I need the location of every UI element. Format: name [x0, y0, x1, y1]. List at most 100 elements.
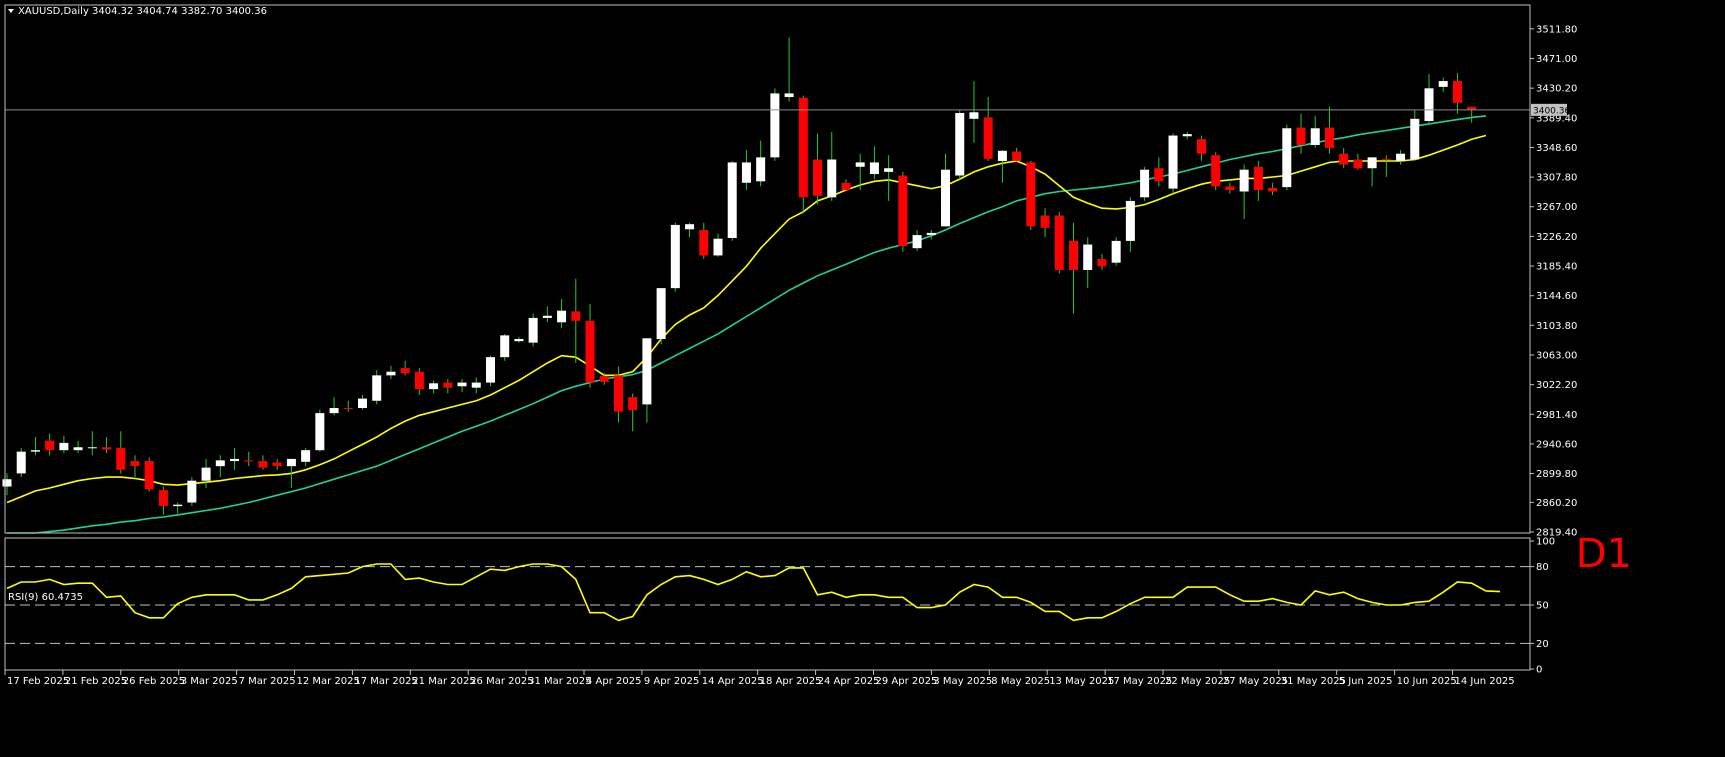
candle — [1182, 131, 1192, 140]
candle — [59, 435, 69, 454]
chart-header: XAUUSD,Daily 3404.32 3404.74 3382.70 340… — [8, 6, 267, 17]
candle — [116, 431, 126, 474]
candle — [656, 288, 666, 345]
candle-body-bull — [386, 371, 396, 376]
candle-body-bull — [756, 157, 766, 182]
candle — [542, 306, 552, 323]
candle — [315, 409, 325, 452]
candle-body-bull — [727, 162, 737, 238]
candle-body-bear — [1339, 153, 1349, 165]
time-tick-label: 3 May 2025 — [933, 676, 992, 687]
candle — [514, 336, 524, 343]
candle — [500, 333, 510, 361]
candle — [884, 155, 894, 201]
candle — [1253, 160, 1263, 201]
candle — [1452, 73, 1462, 114]
candle-body-bull — [301, 450, 311, 462]
candle — [1040, 208, 1050, 238]
candle — [941, 153, 951, 227]
candle-body-bear — [699, 230, 709, 256]
candle — [1268, 182, 1278, 196]
candle-body-bull — [941, 169, 951, 227]
price-tick-label: 2899.80 — [1536, 469, 1577, 480]
candle — [1168, 133, 1178, 194]
price-tick-label: 3267.00 — [1536, 202, 1577, 213]
candle-body-bear — [244, 460, 254, 462]
candle-body-bull — [457, 382, 467, 387]
candle-body-bull — [1182, 134, 1192, 137]
candle-body-bull — [16, 451, 26, 474]
candle-body-bull — [2, 479, 12, 487]
candle-body-bull — [173, 504, 183, 507]
candle — [1410, 110, 1420, 161]
chart-window[interactable]: 3511.803471.003430.203389.403348.603307.… — [0, 0, 1725, 757]
candle — [201, 458, 211, 488]
candle-body-bull — [884, 168, 894, 172]
candle-body-bull — [912, 235, 922, 249]
candle — [144, 457, 154, 492]
candle-body-bull — [1140, 169, 1150, 198]
candle — [258, 455, 268, 470]
candle-body-bull — [1083, 244, 1093, 270]
price-pane-border — [4, 4, 1531, 534]
candle-body-bull — [329, 408, 339, 414]
candle-body-bear — [841, 182, 851, 191]
price-tick-label: 3103.80 — [1536, 321, 1577, 332]
candle — [1424, 73, 1434, 125]
candle-body-bull — [286, 458, 296, 467]
candle — [215, 455, 225, 478]
candle — [400, 360, 410, 376]
candle-body-bull — [784, 93, 794, 98]
candle-body-bear — [1381, 158, 1391, 160]
candle-body-bull — [1396, 153, 1406, 161]
candle — [1211, 152, 1221, 191]
time-tick-label: 7 Mar 2025 — [239, 676, 296, 687]
candle-body-bear — [102, 447, 112, 450]
candle — [414, 368, 424, 395]
candle — [628, 393, 638, 432]
triangle-down-icon[interactable] — [8, 9, 14, 13]
candle-body-bull — [1239, 169, 1249, 192]
candle — [713, 233, 723, 257]
candle — [585, 304, 595, 388]
candle-body-bull — [485, 357, 495, 383]
rsi-line — [6, 563, 1501, 622]
candle — [770, 88, 780, 161]
candle-body-bull — [1282, 128, 1292, 188]
candle — [1296, 113, 1306, 154]
candle — [1339, 147, 1349, 169]
candles — [2, 37, 1477, 515]
candle — [741, 150, 751, 191]
candle — [557, 299, 567, 329]
candle — [45, 433, 55, 456]
time-tick-label: 21 Mar 2025 — [412, 676, 475, 687]
candle — [1140, 166, 1150, 201]
timeframe-label: D1 — [1576, 531, 1632, 577]
candle — [343, 400, 353, 412]
candle — [130, 455, 140, 478]
price-tick-label: 3185.40 — [1536, 262, 1577, 273]
candle-body-bull — [557, 310, 567, 323]
candle — [727, 160, 737, 241]
candle — [372, 370, 382, 405]
candle-body-bull — [215, 460, 225, 467]
candle-body-bull — [997, 150, 1007, 161]
candle — [798, 95, 808, 212]
price-tick-label: 3226.20 — [1536, 232, 1577, 243]
candle — [16, 447, 26, 478]
time-tick-label: 18 Apr 2025 — [760, 676, 822, 687]
candle-body-bear — [1268, 187, 1278, 192]
candle-body-bull — [230, 458, 240, 462]
candle — [1381, 155, 1391, 177]
candle-body-bear — [813, 159, 823, 196]
candle-body-bull — [642, 338, 652, 405]
candle — [1467, 106, 1477, 123]
candle-body-bull — [315, 413, 325, 451]
candle-body-bear — [613, 375, 623, 412]
candle — [1367, 157, 1377, 187]
candle — [485, 355, 495, 387]
candle — [244, 451, 254, 467]
current-price-tag: 3400.36 — [1531, 103, 1570, 116]
price-axis-ticks: 3511.803471.003430.203389.403348.603307.… — [1530, 24, 1577, 539]
candle-body-bear — [443, 382, 453, 388]
